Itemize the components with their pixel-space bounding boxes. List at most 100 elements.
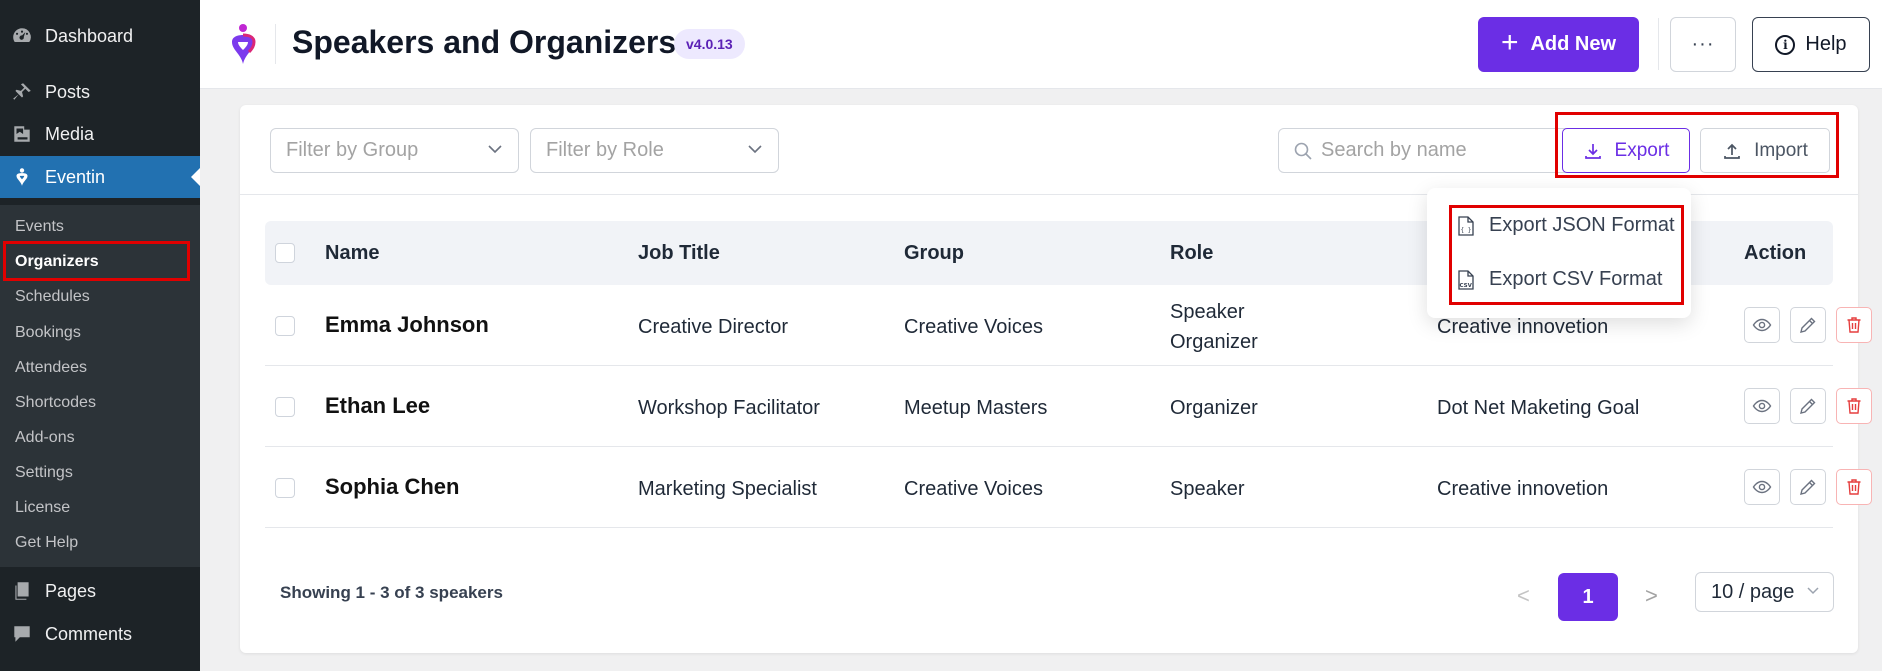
job-title: Marketing Specialist — [638, 478, 817, 500]
filter-by-role-select[interactable]: Filter by Role — [530, 128, 779, 173]
eye-icon — [1752, 480, 1772, 494]
export-button[interactable]: Export — [1562, 128, 1690, 173]
column-header-name[interactable]: Name — [325, 242, 379, 265]
media-icon — [11, 123, 33, 145]
row-checkbox[interactable] — [275, 478, 295, 498]
filter-by-group-select[interactable]: Filter by Group — [270, 128, 519, 173]
column-header-job-title[interactable]: Job Title — [638, 242, 720, 265]
search-input[interactable]: Search by name — [1278, 128, 1572, 173]
page-header: Speakers and Organizers v4.0.13 + Add Ne… — [200, 0, 1882, 89]
menu-label: Dashboard — [45, 25, 134, 46]
search-icon — [1294, 142, 1312, 160]
edit-button[interactable] — [1790, 307, 1826, 343]
job-title: Creative Director — [638, 316, 789, 338]
select-all-checkbox[interactable] — [275, 243, 295, 263]
delete-button[interactable] — [1836, 307, 1872, 343]
menu-comments[interactable]: Comments — [0, 613, 200, 655]
submenu-addons[interactable]: Add-ons — [15, 428, 75, 448]
help-label: Help — [1805, 33, 1847, 55]
group: Creative Voices — [904, 478, 1043, 500]
group: Creative Voices — [904, 316, 1043, 338]
info-icon: i — [1775, 34, 1796, 55]
row-actions — [1744, 469, 1872, 505]
company: Creative innovetion — [1437, 478, 1609, 500]
menu-label: Eventin — [45, 166, 106, 187]
next-page-button[interactable]: > — [1645, 583, 1658, 609]
menu-label: Comments — [45, 623, 133, 644]
company: Creative innovetion — [1437, 316, 1609, 338]
upload-icon — [1724, 143, 1740, 159]
row-actions — [1744, 388, 1872, 424]
comment-icon — [11, 623, 33, 645]
submenu-organizers[interactable]: Organizers — [15, 252, 99, 272]
export-csv-option[interactable]: CSV Export CSV Format — [1457, 268, 1662, 291]
download-icon — [1584, 143, 1601, 159]
export-dropdown-menu: { } Export JSON Format CSV Export CSV Fo… — [1427, 188, 1691, 318]
page-size-select[interactable]: 10 / page — [1695, 572, 1834, 612]
trash-icon — [1847, 317, 1861, 333]
pencil-icon — [1800, 317, 1816, 333]
menu-media[interactable]: Media — [0, 113, 200, 155]
speaker-name[interactable]: Ethan Lee — [325, 393, 430, 419]
submenu-shortcodes[interactable]: Shortcodes — [15, 393, 96, 413]
edit-button[interactable] — [1790, 388, 1826, 424]
pagination-summary: Showing 1 - 3 of 3 speakers — [280, 583, 503, 602]
ellipsis-icon: ··· — [1691, 33, 1715, 55]
submenu-bookings[interactable]: Bookings — [15, 323, 81, 343]
prev-page-button[interactable]: < — [1517, 583, 1530, 609]
submenu-attendees[interactable]: Attendees — [15, 358, 87, 378]
admin-sidebar: Dashboard Posts Media Eventin Events Org… — [0, 0, 200, 671]
submenu-get-help[interactable]: Get Help — [15, 533, 78, 553]
view-button[interactable] — [1744, 307, 1780, 343]
company: Dot Net Maketing Goal — [1437, 397, 1640, 419]
more-options-button[interactable]: ··· — [1670, 17, 1736, 72]
chevron-down-icon — [1807, 587, 1819, 595]
menu-posts[interactable]: Posts — [0, 71, 200, 113]
export-json-option[interactable]: { } Export JSON Format — [1457, 214, 1675, 237]
eventin-submenu: Events Organizers Schedules Bookings Att… — [0, 205, 200, 567]
dashboard-icon — [11, 25, 33, 47]
menu-pages[interactable]: Pages — [0, 570, 200, 612]
menu-label: Posts — [45, 81, 91, 102]
search-placeholder: Search by name — [1321, 139, 1467, 161]
speaker-name[interactable]: Emma Johnson — [325, 312, 489, 338]
page-size-value: 10 / page — [1711, 580, 1795, 603]
job-title: Workshop Facilitator — [638, 397, 820, 419]
submenu-license[interactable]: License — [15, 498, 70, 518]
view-button[interactable] — [1744, 388, 1780, 424]
delete-button[interactable] — [1836, 469, 1872, 505]
menu-label: Pages — [45, 580, 97, 601]
json-file-icon: { } — [1458, 215, 1474, 236]
view-button[interactable] — [1744, 469, 1780, 505]
group: Meetup Masters — [904, 397, 1048, 419]
role: Speaker — [1170, 478, 1245, 500]
pin-icon — [11, 81, 33, 103]
role: Speaker — [1170, 301, 1245, 323]
plus-icon: + — [1500, 26, 1519, 59]
trash-icon — [1847, 479, 1861, 495]
column-header-group[interactable]: Group — [904, 242, 964, 265]
submenu-events[interactable]: Events — [15, 217, 64, 237]
chevron-down-icon — [488, 145, 502, 154]
edit-button[interactable] — [1790, 469, 1826, 505]
menu-eventin[interactable]: Eventin — [0, 156, 200, 198]
export-csv-label: Export CSV Format — [1489, 268, 1663, 290]
csv-file-icon: CSV — [1458, 269, 1474, 290]
submenu-schedules[interactable]: Schedules — [15, 287, 90, 307]
header-separator — [1658, 18, 1659, 70]
import-button[interactable]: Import — [1700, 128, 1830, 173]
header-divider — [275, 24, 276, 64]
menu-dashboard[interactable]: Dashboard — [0, 15, 200, 57]
delete-button[interactable] — [1836, 388, 1872, 424]
add-new-button[interactable]: + Add New — [1478, 17, 1639, 72]
column-header-role[interactable]: Role — [1170, 242, 1213, 265]
speaker-name[interactable]: Sophia Chen — [325, 474, 459, 500]
page-1-button[interactable]: 1 — [1558, 573, 1618, 621]
submenu-settings[interactable]: Settings — [15, 463, 73, 483]
row-checkbox[interactable] — [275, 316, 295, 336]
help-button[interactable]: i Help — [1752, 17, 1870, 72]
eye-icon — [1752, 318, 1772, 332]
table-row: Ethan Lee Workshop Facilitator Meetup Ma… — [265, 366, 1872, 447]
row-checkbox[interactable] — [275, 397, 295, 417]
eventin-icon — [11, 166, 33, 188]
